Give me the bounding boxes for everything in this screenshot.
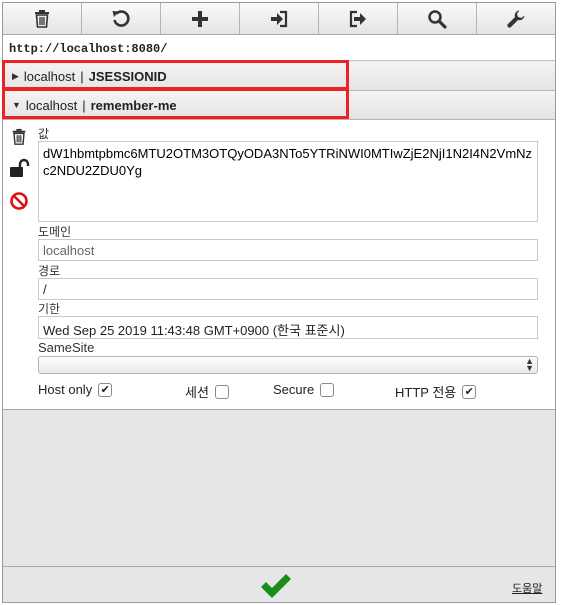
- plus-icon: [192, 10, 208, 27]
- value-label: 값: [38, 127, 50, 141]
- updown-arrow-icon: ▲ ▼: [525, 356, 534, 373]
- search-button[interactable]: [398, 3, 477, 34]
- import-icon: [271, 10, 288, 27]
- options-button[interactable]: [477, 3, 555, 34]
- http-only-option: HTTP 전용 ✔: [395, 382, 477, 401]
- domain-label: 도메인: [38, 225, 72, 239]
- samesite-select[interactable]: ▲ ▼: [38, 356, 538, 374]
- http-only-checkbox[interactable]: ✔: [462, 384, 477, 399]
- cookie-editor-window: http://localhost:8080/ ▶ localhost | JSE…: [2, 2, 556, 603]
- search-icon: [428, 9, 447, 29]
- path-label: 경로: [38, 264, 61, 278]
- cookie-domain: localhost: [25, 97, 78, 113]
- secure-option: Secure: [273, 382, 335, 397]
- block-icon: [10, 192, 28, 210]
- undo-icon: [112, 9, 130, 27]
- delete-cookie-button[interactable]: [7, 126, 31, 148]
- trash-icon: [35, 9, 49, 28]
- trash-icon: [12, 128, 26, 145]
- footer: 도움말: [3, 566, 555, 602]
- url-bar: http://localhost:8080/: [3, 35, 555, 61]
- wrench-icon: [507, 10, 525, 28]
- cookie-row-remember-me[interactable]: ▼ localhost | remember-me: [3, 91, 555, 120]
- domain-field[interactable]: localhost: [38, 239, 538, 261]
- check-icon: ✔: [100, 384, 110, 396]
- export-icon: [349, 10, 366, 27]
- delete-all-button[interactable]: [3, 3, 82, 34]
- host-only-option: Host only ✔: [38, 382, 113, 397]
- cookie-separator: |: [80, 68, 84, 84]
- cookie-domain: localhost: [23, 68, 76, 84]
- submit-button[interactable]: [259, 573, 293, 601]
- value-field[interactable]: dW1hbmtpbmc6MTU2OTM3OTQyODA3NTo5YTRiNWI0…: [38, 141, 538, 222]
- secure-checkbox[interactable]: [320, 382, 335, 397]
- check-icon: ✔: [464, 386, 474, 398]
- cookie-actions: [7, 126, 31, 222]
- expires-label: 기한: [38, 302, 61, 316]
- checkmark-icon: [261, 574, 291, 598]
- toolbar: [3, 3, 555, 35]
- host-only-checkbox[interactable]: ✔: [98, 382, 113, 397]
- path-field[interactable]: /: [38, 278, 538, 300]
- help-link[interactable]: 도움말: [512, 580, 542, 596]
- cookie-row-jsessionid[interactable]: ▶ localhost | JSESSIONID: [3, 62, 555, 91]
- cookie-name: JSESSIONID: [88, 68, 167, 84]
- block-cookie-button[interactable]: [7, 190, 31, 212]
- add-button[interactable]: [161, 3, 240, 34]
- reset-button[interactable]: [82, 3, 161, 34]
- collapse-triangle-icon: ▼: [12, 100, 21, 110]
- session-label: 세션: [185, 385, 209, 400]
- expires-field[interactable]: Wed Sep 25 2019 11:43:48 GMT+0900 (한국 표준…: [38, 316, 538, 339]
- cookie-flags: Host only ✔ 세션 Secure HTTP 전용 ✔: [38, 382, 538, 400]
- samesite-label: SameSite: [38, 340, 95, 355]
- host-only-label: Host only: [38, 382, 93, 397]
- http-only-label: HTTP 전용: [395, 385, 457, 400]
- cookie-details-panel: 값 dW1hbmtpbmc6MTU2OTM3OTQyODA3NTo5YTRiNW…: [3, 120, 555, 410]
- expand-triangle-icon: ▶: [12, 70, 19, 81]
- import-button[interactable]: [240, 3, 319, 34]
- session-checkbox[interactable]: [214, 384, 229, 399]
- session-option: 세션: [185, 382, 229, 401]
- secure-label: Secure: [273, 382, 315, 397]
- cookie-separator: |: [82, 97, 86, 113]
- protect-cookie-button[interactable]: [7, 158, 31, 180]
- cookie-name: remember-me: [90, 97, 177, 113]
- unlock-icon: [10, 158, 30, 177]
- export-button[interactable]: [319, 3, 398, 34]
